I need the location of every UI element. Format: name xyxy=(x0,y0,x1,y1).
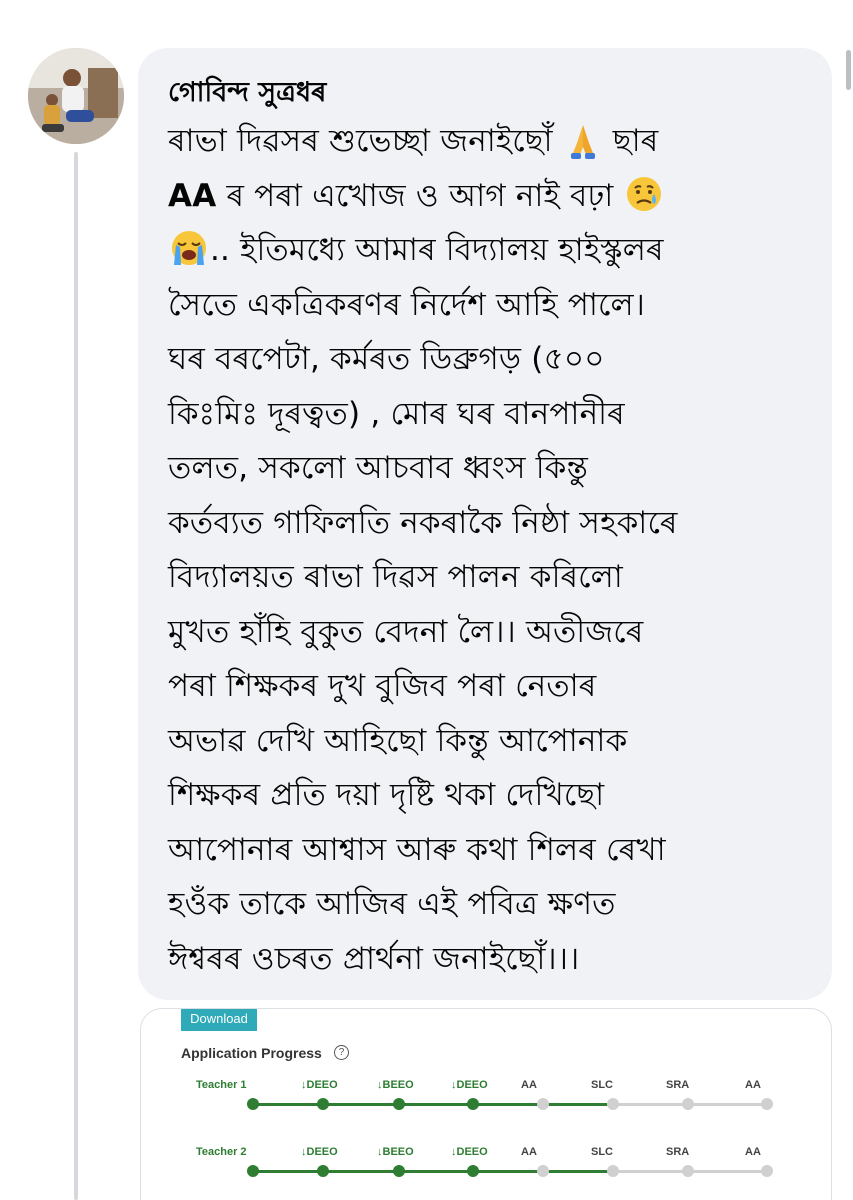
stage-dot-complete xyxy=(467,1165,479,1177)
stage-label: ↓DEEO xyxy=(451,1146,488,1158)
comment-line-text: .. ইতিমধ্যে আমাৰ বিদ্যালয় হাইস্কুলৰ xyxy=(210,232,664,268)
stage-dot-complete xyxy=(247,1165,259,1177)
stage-dot-pending xyxy=(761,1098,773,1110)
comment-line: ঘৰ বৰপেটা, কৰ্মৰত ডিব্ৰুগড় (৫০০ xyxy=(168,332,818,387)
stage-label: AA xyxy=(745,1146,761,1158)
comment-thread: গোবিন্দ সুত্ৰধৰ ৰাভা দিৱসৰ শুভেচ্ছা জনাই… xyxy=(0,0,853,1200)
comment-line: সৈতে একত্ৰিকৰণৰ নিৰ্দেশ আহি পালে। xyxy=(168,278,818,333)
stage-label: ↓DEEO xyxy=(301,1146,338,1158)
stage-dot-pending xyxy=(537,1165,549,1177)
scrollbar[interactable] xyxy=(846,50,851,90)
progress-title: Application Progress xyxy=(181,1045,322,1061)
comment-author[interactable]: গোবিন্দ সুত্ৰধৰ xyxy=(168,76,326,110)
stage-dot-complete xyxy=(317,1165,329,1177)
comment-line: পৰা শিক্ষকৰ দুখ বুজিব পৰা নেতাৰ xyxy=(168,659,818,714)
download-button[interactable]: Download xyxy=(181,1009,257,1031)
stage-dot-pending xyxy=(682,1165,694,1177)
comment-line-text: ছাৰ xyxy=(602,123,659,159)
teacher-label: Teacher 2 xyxy=(196,1146,247,1158)
comment-line-text: ৰ পৰা এখোজ ও আগ নাই বঢ়া xyxy=(216,177,624,214)
avatar[interactable] xyxy=(28,48,124,144)
comment-line-text: কিঃমিঃ দূৰত্বত) , মোৰ ঘৰ বানপানীৰ xyxy=(168,395,625,432)
comment-line-text: আপোনাৰ আশ্বাস আৰু কথা শিলৰ ৰেখা xyxy=(168,831,666,868)
thread-line xyxy=(74,152,78,1200)
comment-line-text: অভাৱ দেখি আহিছো কিন্তু আপোনাক xyxy=(168,722,628,759)
stage-dot-pending xyxy=(761,1165,773,1177)
progress-line-complete xyxy=(253,1103,613,1106)
comment-line-text: হওঁক তাকে আজিৰ এই পবিত্ৰ ক্ষণত xyxy=(168,886,616,922)
bold-text: AA xyxy=(168,177,217,214)
comment-bubble: গোবিন্দ সুত্ৰধৰ ৰাভা দিৱসৰ শুভেচ্ছা জনাই… xyxy=(138,48,832,1000)
stage-dot-pending xyxy=(607,1098,619,1110)
stage-label: AA xyxy=(521,1079,537,1091)
comment-line-text: বিদ্যালয়ত ৰাভা দিৱস পালন কৰিলো xyxy=(168,559,623,595)
comment-line-text: সৈতে একত্ৰিকৰণৰ নিৰ্দেশ আহি পালে। xyxy=(168,286,646,323)
comment-line-text: কৰ্তব্যত গাফিলতি নকৰাকৈ নিষ্ঠা সহকাৰে xyxy=(168,504,678,541)
comment-line-text: ঘৰ বৰপেটা, কৰ্মৰত ডিব্ৰুগড় (৫০০ xyxy=(168,341,605,377)
stage-label: ↓BEEO xyxy=(377,1146,414,1158)
stage-dot-pending xyxy=(607,1165,619,1177)
stage-label: SRA xyxy=(666,1079,690,1091)
progress-line-complete xyxy=(253,1170,613,1173)
comment-line-text: শিক্ষকৰ প্ৰতি দয়া দৃষ্টি থকা দেখিছো xyxy=(168,777,605,813)
folded-hands-emoji xyxy=(563,115,603,170)
stage-label: ↓DEEO xyxy=(451,1079,488,1091)
attached-image[interactable]: Download Application Progress ? Teacher … xyxy=(140,1008,832,1200)
comment-line: তলত, সকলো আচবাব ধ্বংস কিন্তু xyxy=(168,441,818,496)
comment-line: বিদ্যালয়ত ৰাভা দিৱস পালন কৰিলো xyxy=(168,550,818,605)
comment-line: ঈশ্বৰৰ ওচৰত প্ৰাৰ্থনা জনাইছোঁ।।। xyxy=(168,932,818,987)
stage-dot-complete xyxy=(467,1098,479,1110)
comment-line: AA ৰ পৰা এখোজ ও আগ নাই বঢ়া xyxy=(168,169,818,224)
comment-line-text: তলত, সকলো আচবাব ধ্বংস কিন্তু xyxy=(168,450,589,486)
comment-line-text: মুখত হাঁহি বুকুত বেদনা লৈ।। অতীজৰে xyxy=(168,613,644,650)
comment-line: অভাৱ দেখি আহিছো কিন্তু আপোনাক xyxy=(168,714,818,769)
comment-line: ৰাভা দিৱসৰ শুভেচ্ছা জনাইছোঁ ছাৰ xyxy=(168,114,818,169)
stage-dot-complete xyxy=(317,1098,329,1110)
stage-dot-complete xyxy=(247,1098,259,1110)
stage-dot-complete xyxy=(393,1165,405,1177)
stage-label: SLC xyxy=(591,1079,613,1091)
stage-label: AA xyxy=(745,1079,761,1091)
stage-dot-complete xyxy=(393,1098,405,1110)
stage-label: SLC xyxy=(591,1146,613,1158)
comment-line-text: পৰা শিক্ষকৰ দুখ বুজিব পৰা নেতাৰ xyxy=(168,668,597,704)
teacher-label: Teacher 1 xyxy=(196,1079,247,1091)
comment-line: আপোনাৰ আশ্বাস আৰু কথা শিলৰ ৰেখা xyxy=(168,823,818,878)
comment-line: শিক্ষকৰ প্ৰতি দয়া দৃষ্টি থকা দেখিছো xyxy=(168,768,818,823)
comment-line: কৰ্তব্যত গাফিলতি নকৰাকৈ নিষ্ঠা সহকাৰে xyxy=(168,496,818,551)
comment-line-text: ঈশ্বৰৰ ওচৰত প্ৰাৰ্থনা জনাইছোঁ।।। xyxy=(168,940,580,977)
stage-label: ↓BEEO xyxy=(377,1079,414,1091)
stage-label: AA xyxy=(521,1146,537,1158)
stage-dot-pending xyxy=(537,1098,549,1110)
comment-line: হওঁক তাকে আজিৰ এই পবিত্ৰ ক্ষণত xyxy=(168,877,818,932)
comment-line: কিঃমিঃ দূৰত্বত) , মোৰ ঘৰ বানপানীৰ xyxy=(168,387,818,442)
sad-but-relieved-emoji xyxy=(624,176,664,214)
stage-dot-pending xyxy=(682,1098,694,1110)
comment-body: ৰাভা দিৱসৰ শুভেচ্ছা জনাইছোঁ ছাৰ AA ৰ পৰা … xyxy=(168,114,818,986)
comment-line: মুখত হাঁহি বুকুত বেদনা লৈ।। অতীজৰে xyxy=(168,605,818,660)
stage-label: ↓DEEO xyxy=(301,1079,338,1091)
comment-line-text: ৰাভা দিৱসৰ শুভেচ্ছা জনাইছোঁ xyxy=(168,123,563,159)
stage-label: SRA xyxy=(666,1146,690,1158)
help-icon[interactable]: ? xyxy=(334,1045,349,1060)
comment-line: .. ইতিমধ্যে আমাৰ বিদ্যালয় হাইস্কুলৰ xyxy=(168,223,818,278)
loudly-crying-emoji xyxy=(168,231,210,268)
